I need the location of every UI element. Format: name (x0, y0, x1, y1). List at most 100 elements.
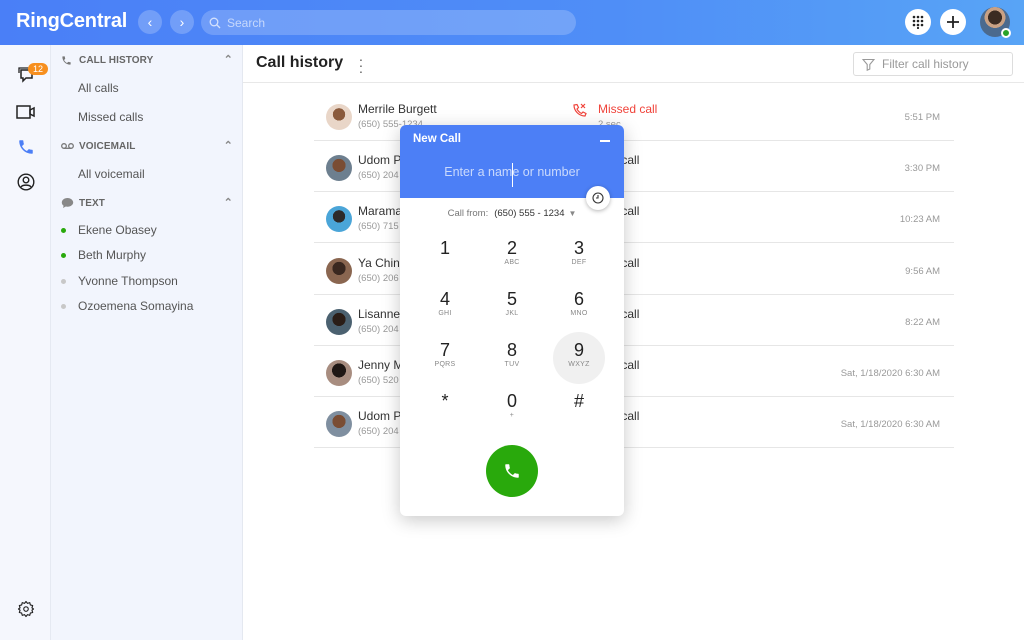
presence-indicator (1001, 28, 1011, 38)
key-digit: 4 (439, 289, 450, 309)
contact-number: (650) 520 (358, 375, 399, 386)
contact-avatar (326, 411, 352, 438)
sidebar-item-contact[interactable]: Yvonne Thompson (78, 274, 178, 288)
sidebar-item-all-calls[interactable]: All calls (78, 81, 119, 95)
contact-name: Udom P (358, 409, 402, 424)
contact-number: (650) 204 (358, 170, 399, 182)
missed-call-icon (573, 103, 587, 117)
rail-phone[interactable] (16, 137, 36, 157)
key-digit: 6 (573, 289, 584, 309)
key-digit: * (441, 391, 449, 411)
key-digit: 2 (506, 238, 517, 258)
new-action-button[interactable] (940, 9, 966, 35)
keypad-key[interactable]: 5 JKL (486, 281, 538, 333)
contact-number: (650) 204 (358, 323, 399, 335)
plus-icon (947, 16, 959, 28)
sidebar-item-all-voicemail[interactable]: All voicemail (78, 167, 145, 181)
contact-number: (650) 206 (358, 272, 399, 284)
gear-icon (17, 600, 35, 618)
keypad-key[interactable]: # (553, 383, 605, 435)
chevron-left-icon: ‹ (147, 14, 153, 30)
key-letters: DEF (571, 259, 587, 266)
chevron-right-icon: › (179, 14, 185, 30)
keypad-key[interactable]: 9 WXYZ (553, 332, 605, 384)
presence-dot-offline (61, 279, 66, 284)
rail-settings[interactable] (16, 599, 36, 619)
section-title: TEXT (79, 197, 105, 209)
chevron-up-icon[interactable]: ⌃ (224, 53, 233, 66)
keypad-key[interactable]: 3 DEF (553, 230, 605, 282)
contact-number: (650) 204 (358, 426, 399, 438)
call-from-number[interactable]: (650) 555 - 1234 (494, 208, 564, 219)
sidebar-item-contact[interactable]: Ozoemena Somayina (78, 299, 193, 313)
call-from[interactable]: Call from: (650) 555 - 1234 ▼ (400, 208, 624, 219)
contact-avatar (326, 360, 352, 386)
keypad-key[interactable]: 7 PQRS (419, 332, 471, 384)
key-letters: GHI (438, 310, 452, 317)
sidebar-item-contact[interactable]: Beth Murphy (78, 248, 146, 262)
key-letters: MNO (570, 310, 588, 317)
key-digit: 7 (439, 340, 450, 360)
call-button[interactable] (486, 445, 538, 497)
brand-logo: RingCentral (16, 10, 128, 32)
sidebar-item-contact[interactable]: Ekene Obasey (78, 223, 157, 237)
minimize-icon[interactable] (600, 140, 610, 142)
keypad-key[interactable]: * (419, 383, 471, 435)
recent-calls-button[interactable] (586, 186, 610, 210)
sidebar: CALL HISTORY ⌃ All calls Missed calls VO… (51, 45, 243, 640)
section-text[interactable]: TEXT ⌃ (61, 194, 233, 212)
key-letters: ABC (504, 259, 520, 266)
section-call-history[interactable]: CALL HISTORY ⌃ (61, 51, 233, 69)
key-digit: 1 (439, 238, 450, 258)
key-digit: 5 (506, 289, 517, 309)
call-time: Sat, 1/18/2020 6:30 AM (840, 419, 940, 431)
caret-down-icon[interactable]: ▼ (568, 209, 576, 218)
call-time: 8:22 AM (905, 316, 940, 328)
page-title: Call history (256, 54, 344, 71)
contact-avatar (326, 104, 352, 130)
keypad-key[interactable]: 2 ABC (486, 230, 538, 282)
keypad-key[interactable]: 0 + (486, 383, 538, 435)
phone-icon (61, 55, 75, 66)
more-options-icon[interactable]: · · · (358, 52, 364, 78)
contact-avatar (326, 206, 352, 233)
keypad-key[interactable]: 6 MNO (553, 281, 605, 333)
filter-call-history[interactable]: Filter call history (853, 52, 1013, 76)
key-digit: 9 (573, 340, 584, 360)
clock-icon (592, 192, 604, 204)
call-time: 5:51 PM (904, 112, 940, 123)
search-bar[interactable] (201, 10, 576, 35)
back-button[interactable]: ‹ (138, 10, 162, 34)
presence-dot-online (61, 253, 66, 258)
dialpad-button[interactable] (905, 9, 931, 35)
contact-avatar (326, 308, 352, 335)
phone-icon (19, 140, 33, 154)
chevron-up-icon[interactable]: ⌃ (224, 196, 233, 209)
rail-contacts[interactable] (16, 172, 36, 192)
main-header: Call history · · · Filter call history (243, 45, 1024, 83)
forward-button[interactable]: › (170, 10, 194, 34)
key-letters: WXYZ (568, 361, 590, 368)
filter-placeholder: Filter call history (882, 57, 969, 71)
search-icon (209, 17, 221, 28)
keypad-key[interactable]: 4 GHI (419, 281, 471, 333)
sidebar-item-missed-calls[interactable]: Missed calls (78, 110, 143, 124)
chevron-up-icon[interactable]: ⌃ (224, 139, 233, 152)
key-letters: + (509, 412, 515, 419)
key-digit: 0 (506, 391, 517, 411)
contact-avatar (326, 155, 352, 182)
section-title: CALL HISTORY (79, 54, 154, 66)
search-input[interactable] (227, 15, 557, 30)
phone-icon (505, 464, 519, 478)
call-from-label: Call from: (447, 208, 489, 219)
contact-name: Lisanne (358, 306, 401, 321)
keypad-key[interactable]: 8 TUV (486, 332, 538, 384)
nav-rail (0, 45, 51, 640)
contact-name: Marama (358, 204, 403, 219)
rail-video[interactable] (16, 102, 36, 122)
keypad-key[interactable]: 1 (419, 230, 471, 282)
dialer-title: New Call (413, 133, 461, 145)
call-time: 9:56 AM (905, 265, 940, 277)
section-voicemail[interactable]: VOICEMAIL ⌃ (61, 137, 233, 155)
key-letters: TUV (504, 361, 520, 368)
